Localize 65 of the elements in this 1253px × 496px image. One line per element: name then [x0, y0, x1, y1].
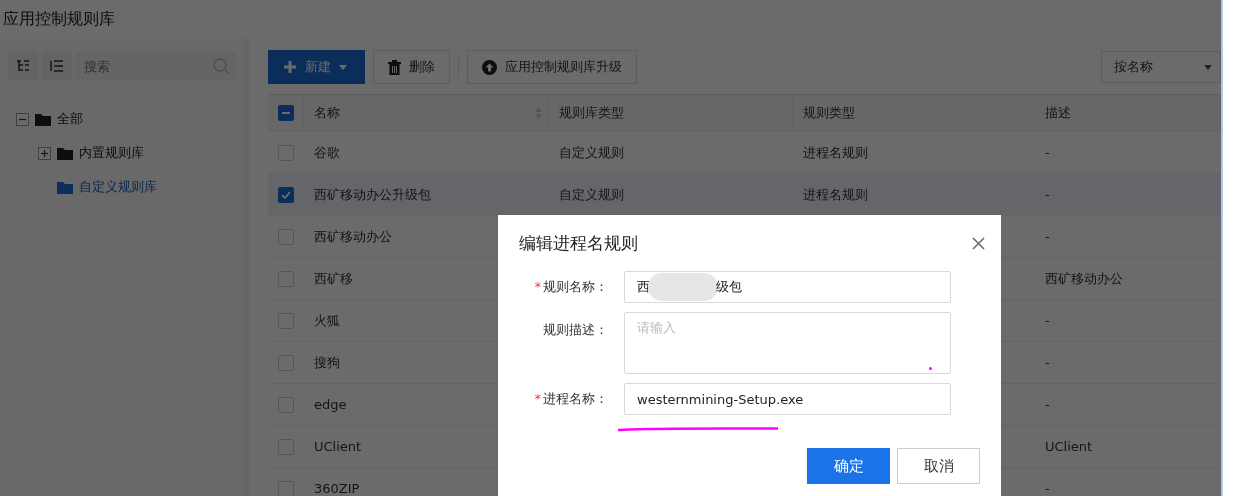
table-cell: 西矿移动办公升级包 — [314, 185, 431, 204]
trash-icon — [388, 59, 401, 75]
column-header[interactable]: 名称 — [314, 104, 340, 122]
table-cell: 进程名规则 — [803, 185, 868, 204]
table-cell: - — [1045, 145, 1050, 160]
check-icon — [281, 190, 291, 199]
table-cell: edge — [314, 397, 347, 412]
table-cell: - — [1045, 229, 1050, 244]
dialog-title: 编辑进程名规则 — [519, 231, 638, 255]
upgrade-button[interactable]: 应用控制规则库升级 — [467, 50, 637, 84]
folder-icon — [57, 146, 73, 160]
list-view-button[interactable] — [42, 52, 72, 80]
redaction-blot — [648, 273, 718, 301]
required-mark: * — [534, 390, 541, 408]
process-name-field[interactable]: westernmining-Setup.exe — [624, 383, 951, 415]
collapse-toggle-icon[interactable] — [16, 112, 29, 126]
table-cell: 进程名规则 — [803, 143, 868, 162]
table-cell: - — [1045, 313, 1050, 328]
list-icon — [50, 60, 64, 72]
table-cell: 搜狗 — [314, 353, 340, 372]
table-cell: - — [1045, 397, 1050, 412]
field-label: 进程名称： — [543, 390, 608, 408]
upload-icon — [482, 59, 497, 75]
table-cell: - — [1045, 187, 1050, 202]
field-label: 规则描述： — [543, 322, 608, 339]
table-cell: 西矿移动办公 — [314, 227, 392, 246]
tree-view-button[interactable] — [8, 52, 38, 80]
confirm-button[interactable]: 确定 — [807, 448, 890, 484]
folder-icon — [57, 180, 73, 194]
new-button[interactable]: 新建 — [268, 50, 365, 84]
annotation-dot — [929, 367, 932, 370]
field-label: 规则名称： — [543, 278, 608, 296]
description-field[interactable]: 请输入 — [624, 312, 951, 374]
table-cell: 自定义规则 — [559, 143, 624, 162]
tree-item[interactable]: 自定义规则库 — [79, 178, 157, 196]
caret-icon — [1204, 64, 1212, 70]
sort-select[interactable]: 按名称 — [1101, 51, 1221, 83]
plus-icon — [283, 60, 297, 74]
tree-item[interactable]: 全部 — [57, 110, 83, 128]
column-header[interactable]: 规则类型 — [803, 104, 855, 122]
table-cell: UClient — [314, 439, 362, 454]
table-cell: UClient — [1045, 439, 1093, 454]
table-cell: - — [1045, 481, 1050, 496]
required-mark: * — [534, 278, 541, 296]
cancel-button[interactable]: 取消 — [897, 448, 980, 484]
table-cell: 火狐 — [314, 311, 340, 330]
table-cell: 360ZIP — [314, 481, 360, 496]
delete-button[interactable]: 删除 — [373, 50, 450, 84]
select-all-checkbox[interactable] — [278, 105, 294, 121]
folder-icon — [35, 112, 51, 126]
table-cell: 谷歌 — [314, 143, 340, 162]
table-cell: 西矿移 — [314, 269, 353, 288]
column-header[interactable]: 描述 — [1045, 104, 1071, 122]
close-icon[interactable] — [972, 236, 985, 250]
table-cell: 西矿移动办公 — [1045, 269, 1123, 288]
column-header[interactable]: 规则库类型 — [559, 104, 624, 122]
rule-name-field[interactable]: 西 级包 — [624, 271, 951, 303]
tree-icon — [16, 60, 30, 72]
tree-item[interactable]: 内置规则库 — [79, 144, 144, 162]
table-cell: - — [1045, 355, 1050, 370]
caret-icon — [339, 64, 347, 70]
table-cell: 自定义规则 — [559, 185, 624, 204]
page-title: 应用控制规则库 — [3, 8, 115, 30]
row-checkbox[interactable] — [278, 186, 294, 203]
expand-toggle-icon[interactable] — [38, 146, 51, 160]
